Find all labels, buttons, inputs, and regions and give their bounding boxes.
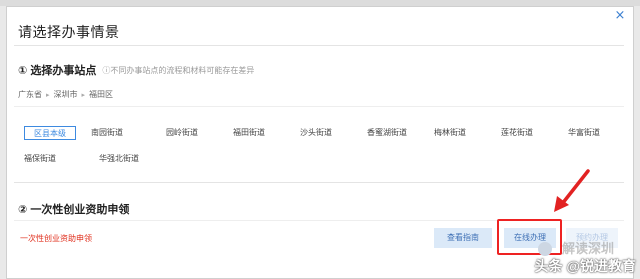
breadcrumb-separator-icon: ▸ <box>46 91 50 99</box>
breadcrumb-city[interactable]: 深圳市 <box>54 89 78 100</box>
street-option[interactable]: 莲花街道 <box>493 126 560 140</box>
red-highlight-annotation <box>497 219 562 255</box>
street-option[interactable]: 南园街道 <box>91 126 158 140</box>
street-option[interactable]: 沙头街道 <box>292 126 359 140</box>
street-option[interactable]: 香蜜湖街道 <box>359 126 426 140</box>
breadcrumb: 广东省 ▸ 深圳市 ▸ 福田区 <box>18 89 113 100</box>
street-option[interactable]: 福田街道 <box>225 126 292 140</box>
section-divider <box>14 182 624 183</box>
street-option-district-level[interactable]: 区县本级 <box>24 126 76 140</box>
section-site-title: ① 选择办事站点 <box>18 65 97 77</box>
section-item-title: ② 一次性创业资助申领 <box>18 204 130 216</box>
street-option[interactable]: 福保街道 <box>24 152 91 166</box>
section-site-note: ⓘ不同办事站点的流程和材料可能存在差异 <box>102 65 255 75</box>
street-option[interactable]: 园岭街道 <box>158 126 225 140</box>
section-site-header: ① 选择办事站点 ⓘ不同办事站点的流程和材料可能存在差异 <box>18 62 254 78</box>
red-arrow-annotation-icon <box>554 169 590 212</box>
breadcrumb-divider <box>14 106 624 107</box>
street-option[interactable]: 梅林街道 <box>426 126 493 140</box>
view-guide-button[interactable]: 查看指南 <box>434 228 492 248</box>
watermark-bottom-text: 头条 @锐进教育 <box>534 258 636 274</box>
street-option[interactable]: 华富街道 <box>560 126 627 140</box>
street-list-row-2: 福保街道 华强北街道 <box>24 152 158 166</box>
breadcrumb-district[interactable]: 福田区 <box>89 89 113 100</box>
dialog-title: 请选择办事情景 <box>18 24 120 40</box>
title-divider <box>14 45 624 46</box>
watermark-top-text: 解读深圳 <box>561 241 614 256</box>
street-option[interactable]: 华强北街道 <box>91 152 158 166</box>
item-name: 一次性创业资助申领 <box>20 234 92 243</box>
close-icon[interactable]: × <box>613 9 627 23</box>
breadcrumb-separator-icon: ▸ <box>81 91 86 99</box>
watermark-logo-icon <box>538 242 552 256</box>
breadcrumb-province[interactable]: 广东省 <box>18 89 42 100</box>
street-list-row-1: 区县本级 南园街道 园岭街道 福田街道 沙头街道 香蜜湖街道 梅林街道 莲花街道… <box>24 126 627 140</box>
